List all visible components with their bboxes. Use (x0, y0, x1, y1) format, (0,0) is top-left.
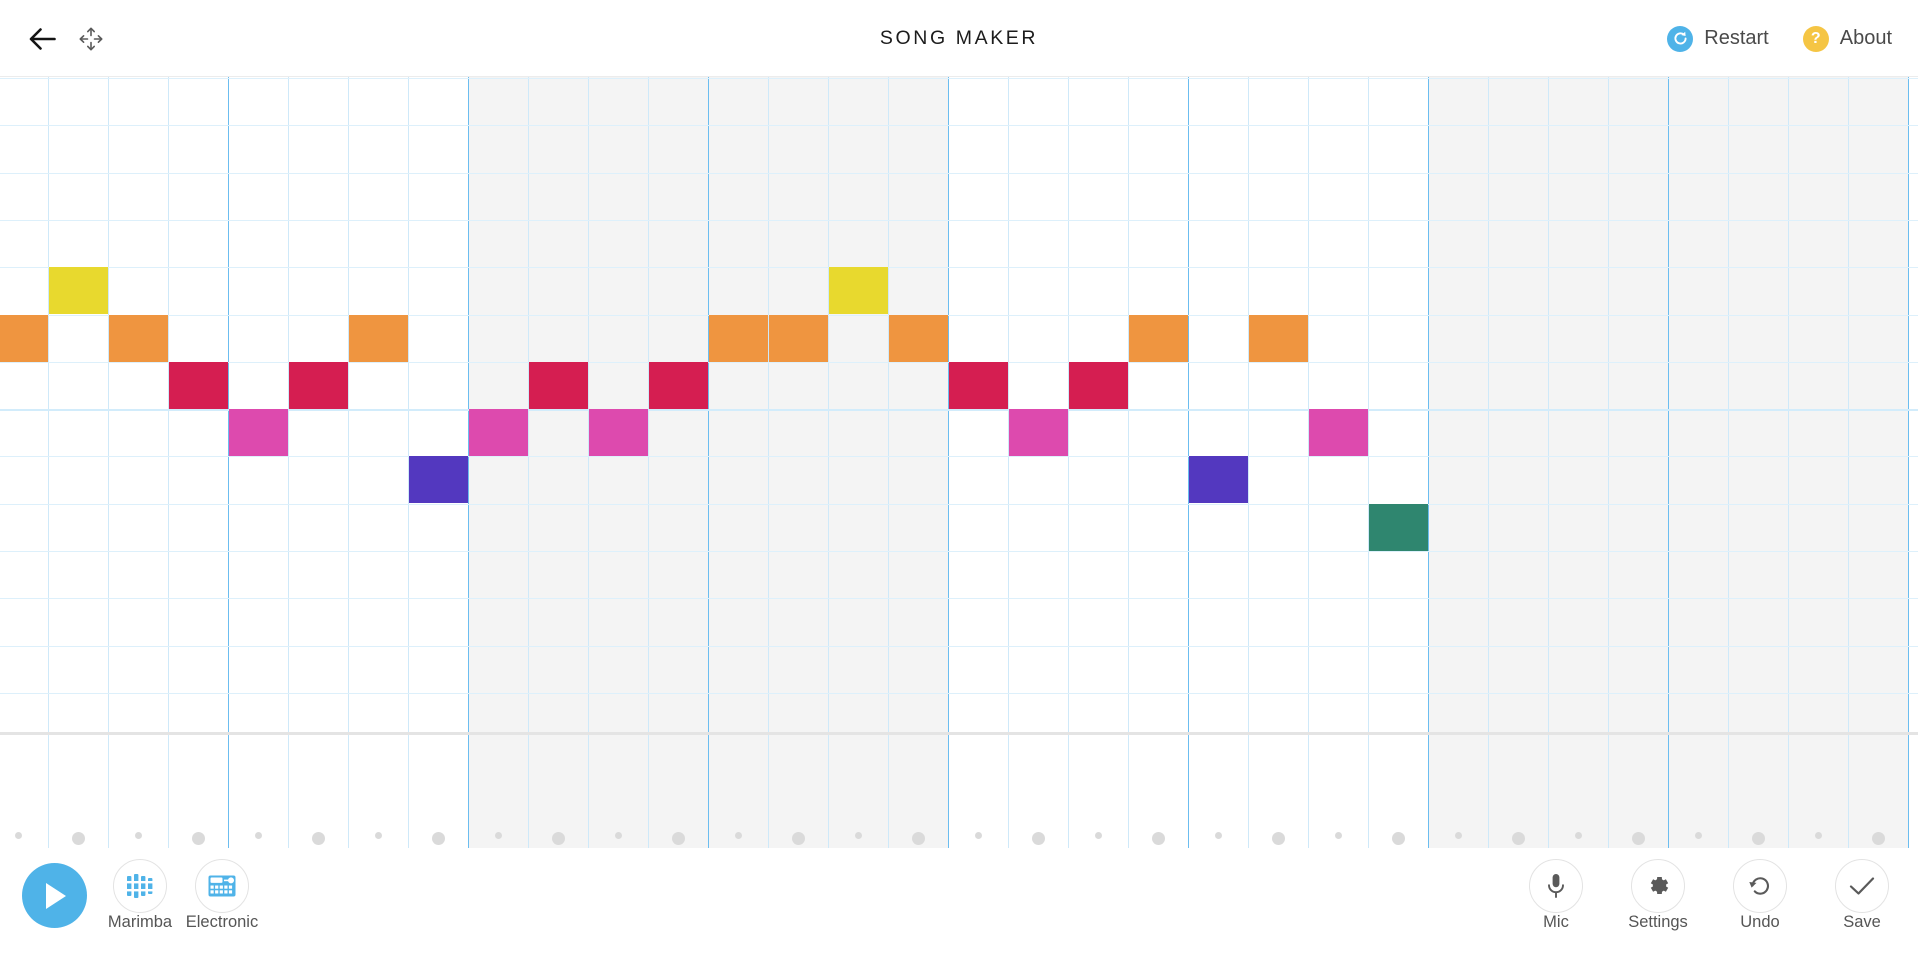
restart-button[interactable]: Restart (1667, 25, 1769, 52)
grid-note[interactable] (469, 409, 528, 457)
about-button[interactable]: ? About (1802, 25, 1892, 52)
undo-button[interactable]: Undo (1718, 859, 1802, 932)
settings-label: Settings (1628, 913, 1688, 931)
grid-note[interactable] (1069, 361, 1128, 409)
percussion-dot[interactable] (854, 832, 862, 839)
checkmark-icon (1835, 859, 1889, 913)
restart-label: Restart (1704, 27, 1769, 49)
percussion-dot[interactable] (431, 832, 445, 845)
percussion-dot[interactable] (1094, 832, 1102, 839)
percussion-dot[interactable] (974, 832, 982, 839)
grid-note[interactable] (1129, 314, 1188, 362)
instrument-electronic-label: Electronic (185, 913, 259, 931)
grid-note[interactable] (769, 314, 828, 362)
grid-note[interactable] (1249, 314, 1308, 362)
instrument-electronic[interactable]: Electronic (180, 859, 264, 932)
microphone-icon (1529, 859, 1583, 913)
marimba-icon (113, 859, 167, 913)
percussion-dot[interactable] (1031, 832, 1045, 845)
percussion-dot[interactable] (1574, 832, 1582, 839)
play-button[interactable] (22, 863, 87, 928)
header-actions: Restart ? About (1667, 0, 1892, 77)
percussion-dot[interactable] (1334, 832, 1342, 839)
percussion-dot[interactable] (734, 832, 742, 839)
percussion-dot[interactable] (374, 832, 382, 839)
percussion-dot[interactable] (671, 832, 685, 845)
song-maker-app: SONG MAKER Restart ? About Marimba Elect… (0, 0, 1918, 958)
grid-note[interactable] (349, 314, 408, 362)
undo-icon (1733, 859, 1787, 913)
mic-label: Mic (1543, 913, 1569, 931)
sequencer-grid[interactable] (0, 77, 1918, 848)
percussion-dot[interactable] (71, 832, 85, 845)
footer-tools: Mic Settings Undo Save (1514, 859, 1904, 932)
grid-note[interactable] (1009, 409, 1068, 457)
percussion-dot[interactable] (14, 832, 22, 839)
melody-notes[interactable] (0, 77, 1918, 732)
percussion-dot[interactable] (791, 832, 805, 845)
grid-note[interactable] (949, 361, 1008, 409)
percussion-dot[interactable] (1871, 832, 1885, 845)
gear-icon (1631, 859, 1685, 913)
percussion-dot[interactable] (551, 832, 565, 845)
page-title: SONG MAKER (879, 27, 1039, 49)
grid-note[interactable] (409, 456, 468, 504)
percussion-dot[interactable] (1271, 832, 1285, 845)
grid-note[interactable] (289, 361, 348, 409)
percussion-dot[interactable] (1814, 832, 1822, 839)
grid-note[interactable] (649, 361, 708, 409)
percussion-dot[interactable] (1214, 832, 1222, 839)
percussion-dot[interactable] (254, 832, 262, 839)
grid-note[interactable] (169, 361, 228, 409)
percussion-dot[interactable] (1454, 832, 1462, 839)
grid-note[interactable] (0, 314, 48, 362)
percussion-dot[interactable] (1511, 832, 1525, 845)
save-button[interactable]: Save (1820, 859, 1904, 932)
restart-icon (1667, 25, 1694, 52)
about-label: About (1839, 27, 1892, 49)
percussion-dot[interactable] (1631, 832, 1645, 845)
percussion-dot[interactable] (911, 832, 925, 845)
grid-note[interactable] (229, 409, 288, 457)
grid-note[interactable] (1369, 503, 1428, 551)
percussion-dot[interactable] (1751, 832, 1765, 845)
save-label: Save (1843, 913, 1881, 931)
instrument-marimba[interactable]: Marimba (98, 859, 182, 932)
grid-note[interactable] (1189, 456, 1248, 504)
percussion-dot[interactable] (494, 832, 502, 839)
percussion-dot[interactable] (1151, 832, 1165, 845)
percussion-dot[interactable] (614, 832, 622, 839)
grid-note[interactable] (49, 267, 108, 315)
percussion-grid[interactable] (0, 735, 1918, 848)
percussion-dot[interactable] (191, 832, 205, 845)
settings-button[interactable]: Settings (1616, 859, 1700, 932)
grid-note[interactable] (709, 314, 768, 362)
about-icon: ? (1802, 25, 1829, 52)
grid-note[interactable] (529, 361, 588, 409)
percussion-dot[interactable] (1694, 832, 1702, 839)
percussion-dot[interactable] (134, 832, 142, 839)
instrument-marimba-label: Marimba (107, 913, 173, 931)
app-footer: Marimba Electronic Mic Settings Undo Sav… (0, 848, 1918, 958)
grid-note[interactable] (589, 409, 648, 457)
grid-note[interactable] (829, 267, 888, 315)
grid-note[interactable] (1309, 409, 1368, 457)
undo-label: Undo (1740, 913, 1780, 931)
grid-note[interactable] (109, 314, 168, 362)
electronic-drum-icon (195, 859, 249, 913)
mic-button[interactable]: Mic (1514, 859, 1598, 932)
grid-note[interactable] (889, 314, 948, 362)
app-header: SONG MAKER Restart ? About (0, 0, 1918, 77)
percussion-dot[interactable] (311, 832, 325, 845)
percussion-dot[interactable] (1391, 832, 1405, 845)
